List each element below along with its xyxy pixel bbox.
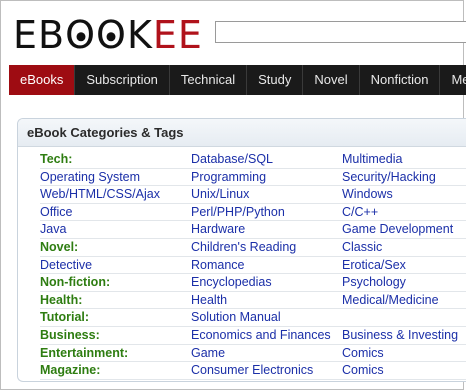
category-link[interactable]: Java [40, 221, 191, 239]
main-nav: eBooks Subscription Technical Study Nove… [9, 65, 466, 95]
category-heading: Novel: [40, 239, 191, 257]
tab-study[interactable]: Study [247, 65, 304, 95]
category-link[interactable]: Multimedia [342, 151, 466, 169]
category-link[interactable]: Consumer Electronics [191, 362, 342, 380]
logo-eye-o: O [65, 13, 97, 57]
category-link[interactable]: Web/HTML/CSS/Ajax [40, 186, 191, 204]
tab-ebooks[interactable]: eBooks [9, 65, 76, 95]
table-row: Tutorial: Solution Manual [40, 309, 466, 327]
table-row: Novel: Children's Reading Classic [40, 239, 466, 257]
category-link[interactable]: Security/Hacking [342, 169, 466, 187]
category-link[interactable]: Hardware [191, 221, 342, 239]
search-input[interactable] [215, 21, 466, 43]
category-link[interactable]: Business & Investing [342, 327, 466, 345]
categories-panel: eBook Categories & Tags Tech: Database/SQ… [17, 118, 466, 382]
category-link[interactable]: Game [191, 345, 342, 363]
ebookee-logo[interactable]: EBOOKEE [13, 13, 203, 57]
tab-medical[interactable]: Medical [440, 65, 466, 95]
category-link[interactable]: Encyclopedias [191, 274, 342, 292]
category-heading: Tech: [40, 151, 191, 169]
category-heading: Entertainment: [40, 345, 191, 363]
category-link[interactable]: Classic [342, 239, 466, 257]
category-heading: Magazine: [40, 362, 191, 380]
table-row: Operating System Programming Security/Hack… [40, 169, 466, 187]
category-link[interactable]: C/C++ [342, 204, 466, 222]
category-link[interactable]: Game Development [342, 221, 466, 239]
category-link[interactable]: Comics [342, 362, 466, 380]
table-row: Web/HTML/CSS/Ajax Unix/Linux Windows [40, 186, 466, 204]
category-link[interactable]: Office [40, 204, 191, 222]
category-link[interactable]: Perl/PHP/Python [191, 204, 342, 222]
category-heading: Business: [40, 327, 191, 345]
category-heading: Health: [40, 292, 191, 310]
category-link [342, 309, 466, 327]
category-link[interactable]: Economics and Finances [191, 327, 342, 345]
page-frame: EBOOKEE eBooks Subscription Technical St… [0, 0, 466, 390]
tab-novel[interactable]: Novel [303, 65, 360, 95]
logo-part: K [126, 13, 153, 57]
table-row: Office Perl/PHP/Python C/C++ [40, 204, 466, 222]
panel-title: eBook Categories & Tags [18, 119, 466, 147]
category-link[interactable]: Solution Manual [191, 309, 342, 327]
tab-subscription[interactable]: Subscription [75, 65, 170, 95]
table-row: Tech: Database/SQL Multimedia [40, 151, 466, 169]
logo-eye-o: O [96, 13, 127, 57]
category-link[interactable]: Operating System [40, 169, 191, 187]
tab-nonfiction[interactable]: Nonfiction [360, 65, 441, 95]
table-row: Business: Economics and Finances Business … [40, 327, 466, 345]
category-link[interactable]: Medical/Medicine [342, 292, 466, 310]
category-link[interactable]: Windows [342, 186, 466, 204]
category-link[interactable]: Programming [191, 169, 342, 187]
category-link[interactable]: Psychology [342, 274, 466, 292]
logo-part-red: EE [152, 13, 203, 57]
category-link[interactable]: Health [191, 292, 342, 310]
category-link[interactable]: Romance [191, 257, 342, 275]
categories-grid: Tech: Database/SQL Multimedia Operating Sys… [40, 151, 466, 380]
table-row: Detective Romance Erotica/Sex [40, 257, 466, 275]
category-link[interactable]: Database/SQL [191, 151, 342, 169]
category-link[interactable]: Erotica/Sex [342, 257, 466, 275]
category-link[interactable]: Detective [40, 257, 191, 275]
category-link[interactable]: Comics [342, 345, 466, 363]
table-row: Java Hardware Game Development [40, 221, 466, 239]
table-row: Non-fiction: Encyclopedias Psychology [40, 274, 466, 292]
category-link[interactable]: Unix/Linux [191, 186, 342, 204]
category-heading: Tutorial: [40, 309, 191, 327]
table-row: Health: Health Medical/Medicine [40, 292, 466, 310]
logo-part: EB [13, 13, 66, 57]
category-heading: Non-fiction: [40, 274, 191, 292]
category-link[interactable]: Children's Reading [191, 239, 342, 257]
table-row: Entertainment: Game Comics [40, 345, 466, 363]
table-row: Magazine: Consumer Electronics Comics [40, 362, 466, 380]
tab-technical[interactable]: Technical [170, 65, 248, 95]
